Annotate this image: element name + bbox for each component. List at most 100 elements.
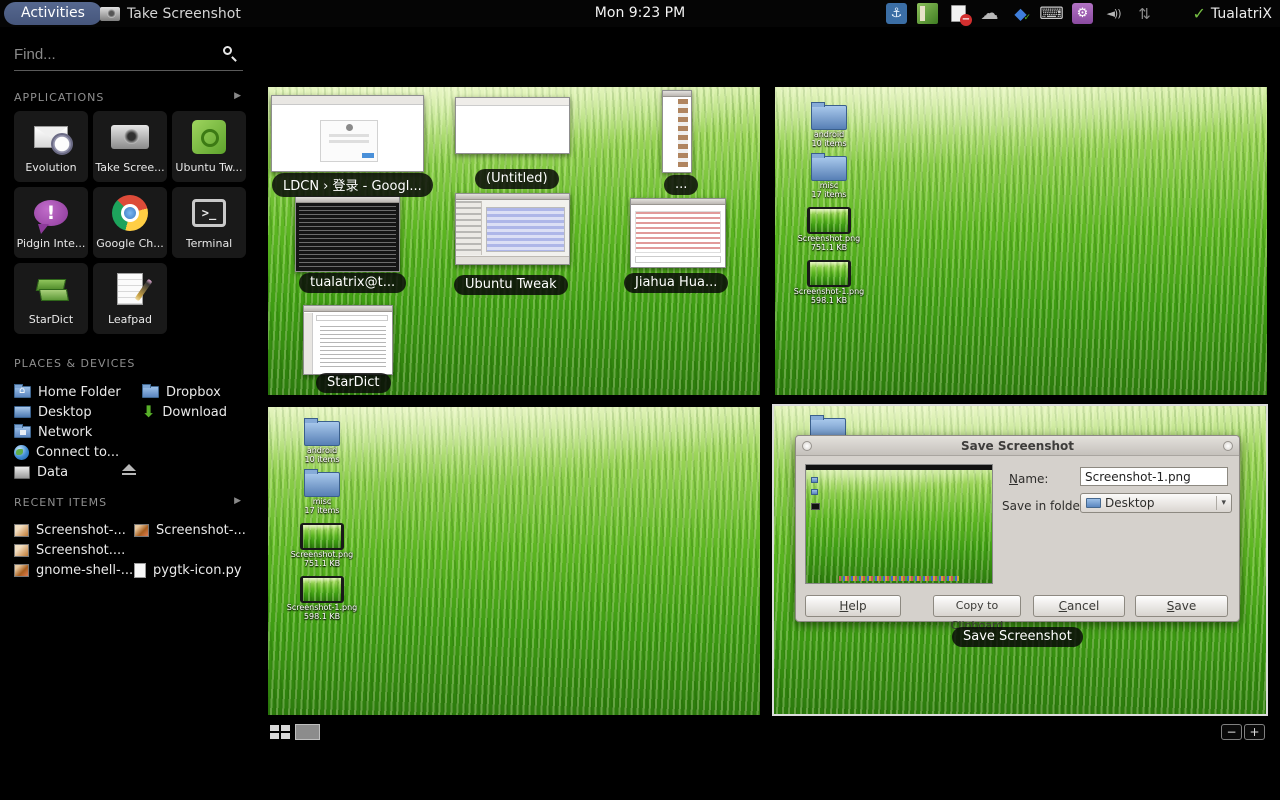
drive-icon bbox=[14, 466, 30, 479]
window-browser[interactable] bbox=[271, 95, 424, 172]
download-arrow-icon: ⬇ bbox=[142, 405, 155, 419]
terminal-icon: >_ bbox=[192, 199, 226, 227]
desktop-icon-image[interactable]: Screenshot.png 751.1 KB bbox=[793, 207, 865, 252]
place-dropbox[interactable]: Dropbox bbox=[142, 383, 221, 401]
ubuntu-tweak-tray-icon[interactable]: ⚙ bbox=[1072, 3, 1093, 24]
recent-header: RECENT ITEMS ▶ bbox=[14, 496, 242, 509]
folder-dropdown[interactable]: Desktop ▾ bbox=[1080, 493, 1232, 513]
window-label-untitled[interactable]: (Untitled) bbox=[475, 169, 559, 189]
workspace-2[interactable]: android 10 items misc 17 items Screensho… bbox=[775, 87, 1267, 395]
app-tile-ubuntu-tweak[interactable]: Ubuntu Tw... bbox=[172, 111, 246, 182]
focused-app-menu[interactable]: Take Screenshot bbox=[100, 0, 241, 27]
dialog-titlebar[interactable]: Save Screenshot bbox=[796, 436, 1239, 456]
network-transfer-icon[interactable]: ⇅ bbox=[1134, 3, 1155, 24]
recent-item[interactable]: gnome-shell-... bbox=[14, 561, 133, 579]
image-thumbnail-icon bbox=[807, 207, 851, 234]
desktop-icon-image[interactable]: Screenshot.png 751.1 KB bbox=[286, 523, 358, 568]
recent-item[interactable]: pygtk-icon.py bbox=[134, 561, 242, 579]
workspace-1[interactable]: LDCN › 登录 - Googl... (Untitled) ... tual… bbox=[268, 87, 760, 395]
place-network[interactable]: Network bbox=[14, 423, 92, 441]
desktop-icons: android 10 items misc 17 items Screensho… bbox=[793, 105, 865, 313]
desktop-icon-folder[interactable]: misc 17 items bbox=[286, 472, 358, 515]
desktop-icon-folder[interactable]: android 10 items bbox=[793, 105, 865, 148]
dropbox-folder-icon bbox=[142, 386, 159, 398]
window-label-save-screenshot[interactable]: Save Screenshot bbox=[952, 627, 1083, 647]
workspace-3[interactable]: android 10 items misc 17 items Screensho… bbox=[268, 407, 760, 715]
workspace-4-active[interactable]: Save Screenshot Name: Save in folder: De… bbox=[772, 404, 1268, 716]
app-tile-chrome[interactable]: Google Ch... bbox=[93, 187, 167, 258]
image-file-icon bbox=[14, 564, 29, 577]
place-data[interactable]: Data bbox=[14, 463, 68, 481]
app-tile-take-screenshot[interactable]: Take Scree... bbox=[93, 111, 167, 182]
search-icon[interactable] bbox=[223, 46, 232, 55]
place-download[interactable]: ⬇ Download bbox=[142, 403, 227, 421]
image-file-icon bbox=[134, 524, 149, 537]
window-ubuntu-tweak[interactable] bbox=[455, 193, 570, 265]
folder-dropdown-value: Desktop bbox=[1105, 496, 1155, 510]
help-button[interactable]: Help bbox=[805, 595, 901, 617]
desktop-icon-folder[interactable]: misc 17 items bbox=[793, 156, 865, 199]
username: TualatriX bbox=[1211, 6, 1272, 22]
save-button[interactable]: Save bbox=[1135, 595, 1228, 617]
cancel-button[interactable]: Cancel bbox=[1033, 595, 1125, 617]
search-input[interactable] bbox=[14, 40, 240, 68]
add-workspace-button[interactable]: + bbox=[1244, 724, 1265, 740]
focused-app-label: Take Screenshot bbox=[127, 6, 241, 22]
window-terminal[interactable] bbox=[295, 196, 400, 272]
system-tray: ⚓ ☁ ◆ ⌨ ⚙ ◄)) ⇅ bbox=[886, 0, 1155, 27]
dialog-corner-button-right[interactable] bbox=[1223, 441, 1233, 451]
window-label-browser[interactable]: LDCN › 登录 - Googl... bbox=[272, 173, 433, 197]
cloud-storage-icon[interactable]: ☁ bbox=[979, 3, 1000, 24]
search-underline bbox=[14, 70, 243, 71]
recent-item[interactable]: Screenshot-... bbox=[14, 521, 126, 539]
activities-button[interactable]: Activities bbox=[4, 2, 102, 25]
recent-item[interactable]: Screenshot-... bbox=[134, 521, 246, 539]
place-desktop[interactable]: Desktop bbox=[14, 403, 92, 421]
window-label-terminal[interactable]: tualatrix@t... bbox=[299, 273, 406, 293]
ubuntu-tweak-icon bbox=[192, 120, 226, 154]
search-box[interactable] bbox=[14, 40, 240, 68]
app-tile-terminal[interactable]: >_ Terminal bbox=[172, 187, 246, 258]
user-menu[interactable]: ✓ TualatriX bbox=[1193, 0, 1272, 27]
window-label-stardict[interactable]: StarDict bbox=[316, 373, 391, 393]
stardict-tray-icon[interactable] bbox=[917, 3, 938, 24]
grid-view-toggle[interactable] bbox=[270, 725, 291, 740]
place-connect-to[interactable]: Connect to... bbox=[14, 443, 119, 461]
place-home-folder[interactable]: Home Folder bbox=[14, 383, 121, 401]
app-tile-evolution[interactable]: Evolution bbox=[14, 111, 88, 182]
single-view-toggle[interactable] bbox=[295, 724, 320, 740]
window-untitled[interactable] bbox=[455, 97, 570, 154]
desktop-icon-image[interactable]: Screenshot-1.png 598.1 KB bbox=[286, 576, 358, 621]
stardict-icon bbox=[35, 277, 67, 301]
recent-item[interactable]: Screenshot.... bbox=[14, 541, 125, 559]
recent-expand-icon[interactable]: ▶ bbox=[234, 496, 242, 509]
save-screenshot-dialog[interactable]: Save Screenshot Name: Save in folder: De… bbox=[795, 435, 1240, 622]
window-label-chat[interactable]: Jiahua Hua... bbox=[624, 273, 728, 293]
keyboard-indicator-icon[interactable]: ⌨ bbox=[1041, 3, 1062, 24]
dialog-corner-button-left[interactable] bbox=[802, 441, 812, 451]
remove-workspace-button[interactable]: − bbox=[1221, 724, 1242, 740]
preview-dock bbox=[839, 576, 958, 581]
network-folder-icon bbox=[14, 426, 31, 438]
window-label-buddy[interactable]: ... bbox=[664, 175, 698, 195]
screenshot-preview bbox=[805, 464, 993, 584]
window-chat[interactable] bbox=[630, 198, 726, 268]
notes-blocked-icon[interactable] bbox=[951, 5, 966, 22]
app-tile-stardict[interactable]: StarDict bbox=[14, 263, 88, 334]
window-label-tweak[interactable]: Ubuntu Tweak bbox=[454, 275, 568, 295]
applications-expand-icon[interactable]: ▶ bbox=[234, 91, 242, 104]
window-buddy-list[interactable] bbox=[662, 90, 692, 173]
eject-button[interactable] bbox=[121, 464, 137, 476]
window-stardict[interactable] bbox=[303, 305, 393, 375]
copy-to-clipboard-button[interactable]: Copy to Clipboard bbox=[933, 595, 1021, 617]
eject-icon bbox=[122, 464, 136, 471]
app-tile-leafpad[interactable]: Leafpad bbox=[93, 263, 167, 334]
anchor-applet-icon[interactable]: ⚓ bbox=[886, 3, 907, 24]
volume-icon[interactable]: ◄)) bbox=[1103, 3, 1124, 24]
filename-input[interactable] bbox=[1080, 467, 1228, 486]
image-thumbnail-icon bbox=[807, 260, 851, 287]
desktop-icon-folder[interactable]: android 10 items bbox=[286, 421, 358, 464]
app-tile-pidgin[interactable]: ! Pidgin Inte... bbox=[14, 187, 88, 258]
dropbox-tray-icon[interactable]: ◆ bbox=[1010, 3, 1031, 24]
desktop-icon-image[interactable]: Screenshot-1.png 598.1 KB bbox=[793, 260, 865, 305]
